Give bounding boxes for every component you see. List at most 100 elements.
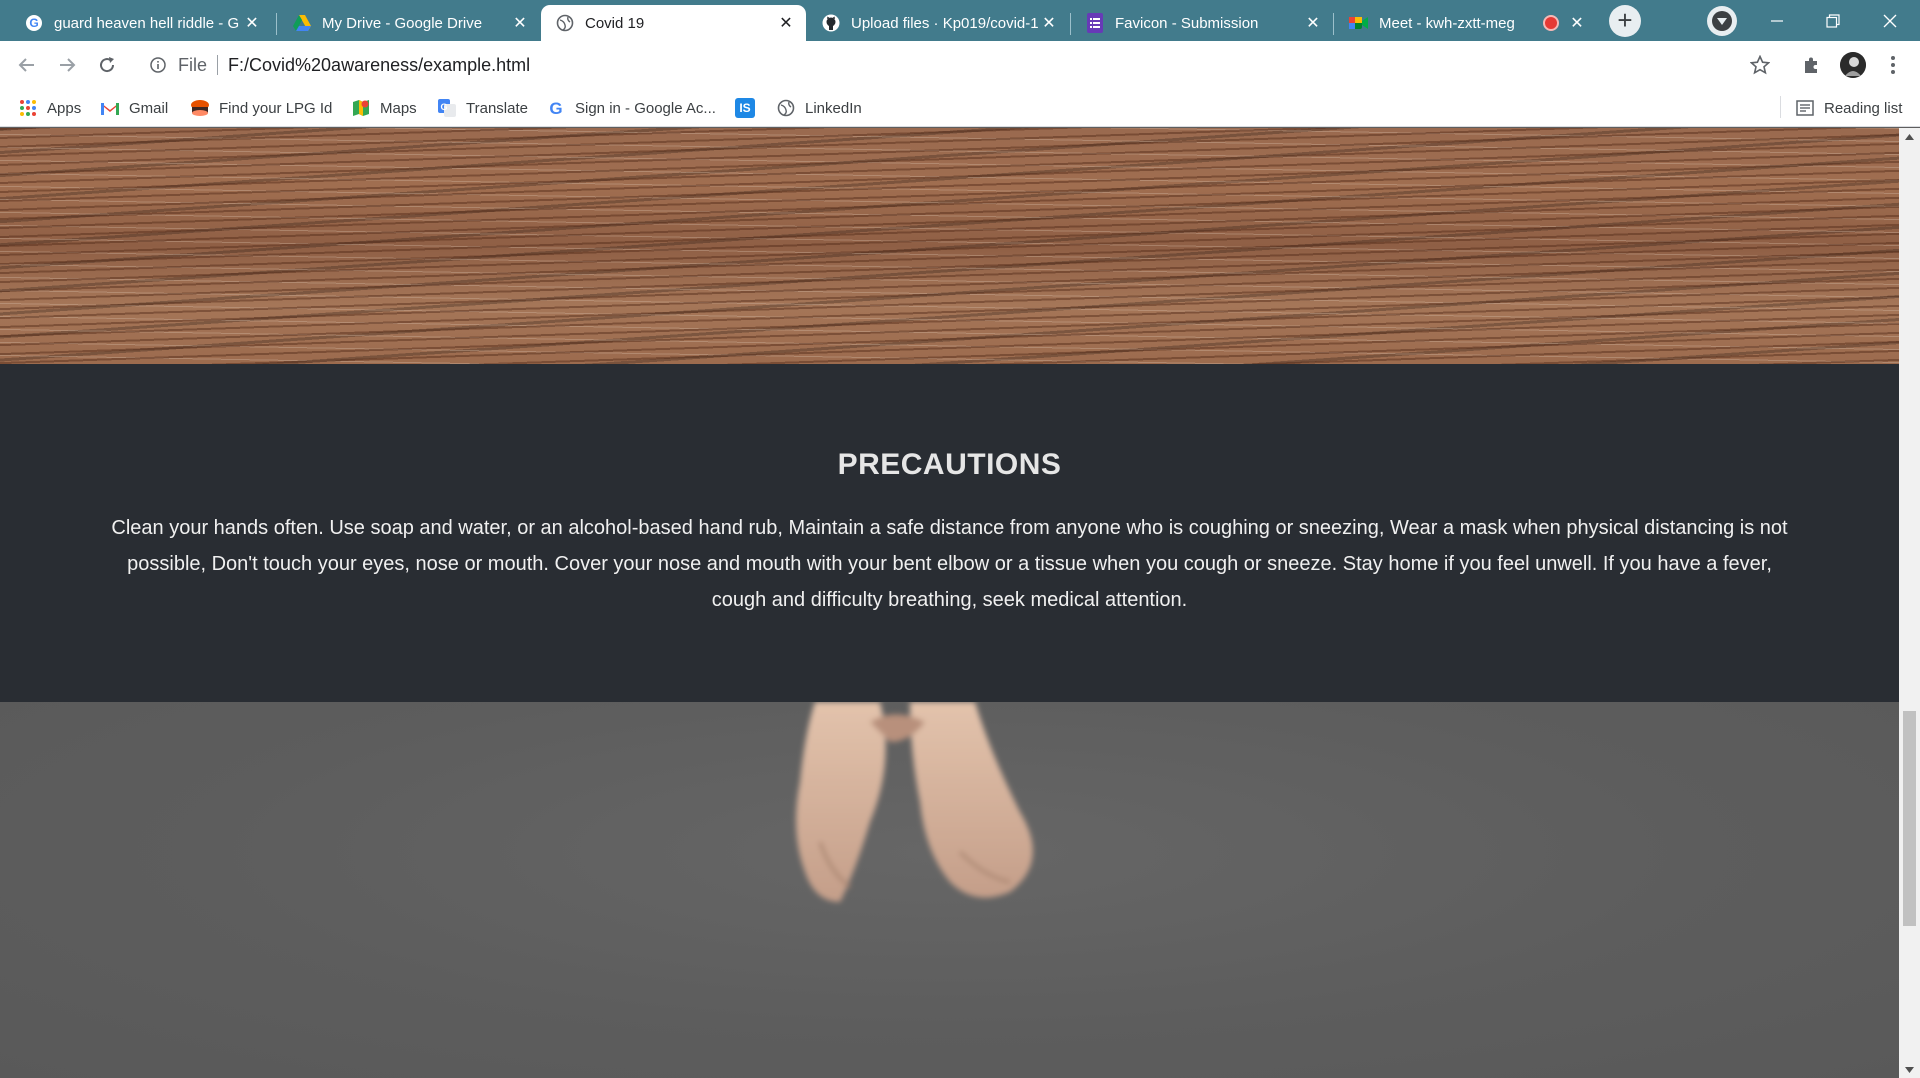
scroll-down-button[interactable] [1899,1061,1920,1078]
forward-button[interactable] [51,49,83,81]
translate-icon: G [437,98,457,118]
bookmark-translate[interactable]: G Translate [437,96,528,120]
new-tab-button[interactable]: + [1609,5,1641,37]
vertical-scrollbar[interactable] [1899,128,1920,1078]
bookmarks-bar: Apps Gmail Find your LPG Id Maps G Trans… [0,88,1920,127]
precautions-heading: PRECAUTIONS [837,448,1062,481]
bookmark-label: Translate [466,99,528,117]
avatar [1840,52,1866,78]
bookmark-sign-in-google[interactable]: G Sign in - Google Ac... [546,96,716,120]
bookmark-is[interactable]: IS [735,96,764,120]
globe-icon [776,98,796,118]
bookmark-find-your-lpg-id[interactable]: Find your LPG Id [190,96,332,120]
wood-texture-image [0,128,1899,364]
recording-icon [1543,15,1559,31]
back-button[interactable] [11,49,43,81]
reading-list-button[interactable]: Reading list [1795,96,1902,120]
browser-toolbar: File F:/Covid%20awareness/example.html [0,41,1920,88]
close-icon[interactable]: ✕ [776,13,796,33]
bookmarks-divider [1780,96,1781,118]
bookmark-label: Find your LPG Id [219,99,333,117]
tab-search-button[interactable] [1707,6,1737,36]
lpg-icon [190,98,210,118]
menu-button[interactable] [1877,49,1909,81]
forward-arrow-icon [60,58,76,72]
reading-list-icon [1795,98,1815,118]
tab-strip: G guard heaven hell riddle - G ✕ My Driv… [0,0,1920,41]
tab-covid-19[interactable]: Covid 19 ✕ [541,5,806,41]
github-icon [821,13,841,33]
apps-grid-icon [18,98,38,118]
close-icon[interactable]: ✕ [1303,13,1323,33]
hand-washing-image [0,702,1899,1078]
svg-text:G: G [29,16,38,30]
url-text[interactable]: F:/Covid%20awareness/example.html [228,55,1748,76]
bookmark-label: Sign in - Google Ac... [575,99,716,117]
tab-separator [276,13,277,35]
bookmark-gmail[interactable]: Gmail [100,96,168,120]
minimize-icon [1771,19,1783,22]
scroll-up-button[interactable] [1899,128,1920,145]
precautions-section: PRECAUTIONS Clean your hands often. Use … [0,364,1899,702]
hands-illustration [796,702,1033,902]
reading-list-label: Reading list [1824,99,1903,117]
is-badge-icon: IS [735,98,755,118]
page-viewport: PRECAUTIONS Clean your hands often. Use … [0,128,1899,1078]
close-icon[interactable]: ✕ [242,13,262,33]
tab-title: Covid 19 [585,14,645,32]
extensions-button[interactable] [1796,49,1828,81]
bookmark-label: LinkedIn [805,99,862,117]
gmail-icon [100,98,120,118]
meet-icon [1349,13,1369,33]
close-icon[interactable]: ✕ [510,13,530,33]
tab-title: Meet - kwh-zxtt-meg [1379,14,1515,32]
info-icon[interactable] [148,55,168,75]
svg-text:G: G [440,102,447,112]
close-icon[interactable]: ✕ [1039,13,1059,33]
maps-icon [351,98,371,118]
tab-separator [1333,13,1334,35]
reload-icon [100,57,115,73]
restore-button[interactable] [1805,0,1861,41]
bookmark-label: Maps [380,99,417,117]
tab-upload-files-github[interactable]: Upload files · Kp019/covid-1 ✕ [807,5,1069,41]
minimize-button[interactable] [1749,0,1805,41]
close-icon [1883,14,1897,27]
bookmark-star-icon[interactable] [1748,53,1772,77]
tab-title: My Drive - Google Drive [322,14,483,32]
profile-button[interactable] [1837,49,1869,81]
google-icon: G [546,98,566,118]
scroll-down-arrow-icon [1905,1066,1914,1073]
close-icon[interactable]: ✕ [1567,13,1587,33]
bookmark-linkedin[interactable]: LinkedIn [776,96,862,120]
svg-text:G: G [549,99,562,117]
google-icon: G [24,13,44,33]
scrollbar-thumb[interactable] [1903,711,1916,926]
bookmark-label: Gmail [129,99,169,117]
tab-my-drive[interactable]: My Drive - Google Drive ✕ [278,5,540,41]
precautions-text: Clean your hands often. Use soap and wat… [111,517,1788,611]
tab-title: Favicon - Submission [1115,14,1259,32]
chevron-down-icon [1712,11,1732,31]
more-vert-icon [1891,56,1895,74]
google-drive-icon [292,13,312,33]
tab-title: Upload files · Kp019/covid-1 [851,14,1039,32]
restore-icon [1826,13,1840,28]
tab-guard-heaven-hell-riddle[interactable]: G guard heaven hell riddle - G ✕ [10,5,272,41]
bookmark-maps[interactable]: Maps [351,96,417,120]
url-scheme-label: File [178,54,208,75]
tab-meet[interactable]: Meet - kwh-zxtt-meg ✕ [1335,5,1597,41]
close-window-button[interactable] [1862,0,1918,41]
forms-icon [1085,13,1105,33]
back-arrow-icon [18,58,34,72]
tab-favicon-submission[interactable]: Favicon - Submission ✕ [1071,5,1333,41]
scroll-up-arrow-icon [1905,133,1914,140]
globe-icon [555,13,575,33]
bookmark-label: Apps [47,99,82,117]
address-bar[interactable]: File F:/Covid%20awareness/example.html [140,47,1780,83]
bookmark-apps[interactable]: Apps [18,96,81,120]
omnibox-divider [217,55,219,75]
puzzle-icon [1805,57,1817,73]
reload-button[interactable] [91,49,123,81]
tab-title: guard heaven hell riddle - G [54,14,240,32]
